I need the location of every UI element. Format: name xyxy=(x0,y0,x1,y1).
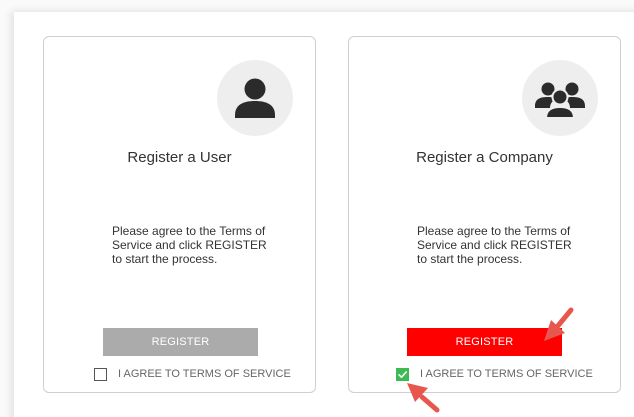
register-company-card: Register a Company Please agree to the T… xyxy=(348,36,621,393)
page-background: Register a User Please agree to the Term… xyxy=(0,0,634,417)
checkmark-icon xyxy=(398,370,407,378)
agree-label: I AGREE TO TERMS OF SERVICE xyxy=(118,368,291,380)
agree-label: I AGREE TO TERMS OF SERVICE xyxy=(420,368,593,380)
register-user-button[interactable]: REGISTER xyxy=(103,328,258,356)
card-title: Register a User xyxy=(127,149,232,166)
card-description: Please agree to the Terms of Service and… xyxy=(417,224,572,266)
card-title: Register a Company xyxy=(416,149,553,166)
company-avatar xyxy=(522,60,598,136)
agree-checkbox-user[interactable] xyxy=(94,367,107,381)
group-icon xyxy=(535,82,585,119)
arrow-icon xyxy=(544,307,574,341)
agree-checkbox-company[interactable] xyxy=(396,367,409,381)
register-user-card: Register a User Please agree to the Term… xyxy=(43,36,316,393)
user-icon xyxy=(235,78,275,118)
user-avatar xyxy=(217,60,293,136)
agree-terms-company[interactable]: I AGREE TO TERMS OF SERVICE xyxy=(396,367,593,381)
arrow-icon xyxy=(407,383,440,413)
card-description: Please agree to the Terms of Service and… xyxy=(112,224,267,266)
agree-terms-user[interactable]: I AGREE TO TERMS OF SERVICE xyxy=(94,367,291,381)
